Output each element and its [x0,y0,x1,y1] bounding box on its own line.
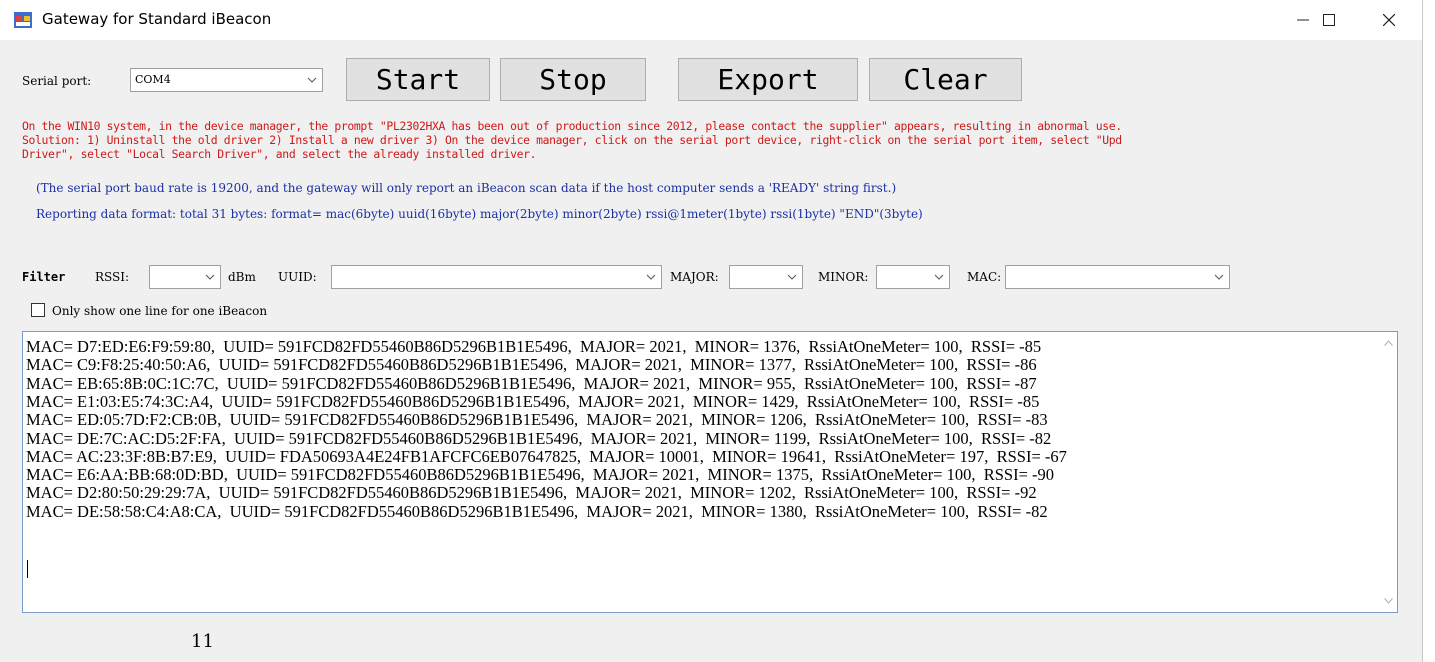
scroll-up-icon [1384,340,1393,346]
minor-label: MINOR: [818,270,869,284]
chevron-down-icon [646,274,656,280]
start-button[interactable]: Start [346,58,490,101]
warning-line-1: On the WIN10 system, in the device manag… [22,119,1122,133]
uuid-select[interactable] [331,265,662,289]
warning-line-3: Driver", select "Local Search Driver", a… [22,147,537,161]
text-caret [27,560,28,578]
info-line-baud: (The serial port baud rate is 19200, and… [36,181,897,195]
dbm-unit: dBm [228,270,256,284]
maximize-button[interactable] [1306,0,1352,40]
chevron-down-icon [205,274,215,280]
title-bar: Gateway for Standard iBeacon [0,0,1422,40]
chevron-down-icon [934,274,944,280]
serial-port-value: COM4 [135,73,171,86]
log-line: MAC= D7:ED:E6:F9:59:80, UUID= 591FCD82FD… [26,337,1042,356]
major-select[interactable] [729,265,803,289]
log-line: MAC= E1:03:E5:74:3C:A4, UUID= 591FCD82FD… [26,391,1040,411]
info-line-format: Reporting data format: total 31 bytes: f… [36,207,923,221]
chevron-down-icon [1214,274,1224,280]
only-one-line-checkbox[interactable] [31,303,45,317]
log-line: MAC= AC:23:3F:8B:B7:E9, UUID= FDA50693A4… [26,446,1067,466]
log-line: MAC= C9:F8:25:40:50:A6, UUID= 591FCD82FD… [26,355,1037,375]
log-line: MAC= DE:58:58:C4:A8:CA, UUID= 591FCD82FD… [26,501,1048,521]
log-line: MAC= E6:AA:BB:68:0D:BD, UUID= 591FCD82FD… [26,465,1055,485]
window-title: Gateway for Standard iBeacon [42,10,272,28]
uuid-label: UUID: [278,270,317,284]
minor-select[interactable] [876,265,950,289]
log-output[interactable]: MAC= D7:ED:E6:F9:59:80, UUID= 591FCD82FD… [22,331,1398,613]
mac-select[interactable] [1005,265,1230,289]
chevron-down-icon [787,274,797,280]
log-line: MAC= D2:80:50:29:29:7A, UUID= 591FCD82FD… [26,483,1037,503]
scroll-down-icon [1384,598,1393,604]
mac-label: MAC: [967,270,1002,284]
close-button[interactable] [1366,0,1412,40]
log-line: MAC= ED:05:7D:F2:CB:0B, UUID= 591FCD82FD… [26,410,1048,430]
close-icon [1383,14,1395,26]
only-one-line-label: Only show one line for one iBeacon [52,304,268,318]
log-line: MAC= DE:7C:AC:D5:2F:FA, UUID= 591FCD82FD… [26,428,1052,448]
filter-title: Filter [22,270,66,284]
stop-button[interactable]: Stop [500,58,646,101]
warning-line-2: Solution: 1) Uninstall the old driver 2)… [22,133,1122,147]
log-line: MAC= EB:65:8B:0C:1C:7C, UUID= 591FCD82FD… [26,373,1037,393]
clear-button[interactable]: Clear [869,58,1022,101]
app-icon [14,12,32,28]
beacon-count: 11 [191,631,214,652]
rssi-label: RSSI: [95,270,130,284]
maximize-icon [1323,14,1335,26]
window-edge [1422,0,1435,662]
chevron-down-icon [307,77,317,83]
serial-port-select[interactable]: COM4 [130,68,323,92]
major-label: MAJOR: [670,270,719,284]
serial-port-label: Serial port: [22,74,92,88]
export-button[interactable]: Export [678,58,858,101]
vertical-scrollbar[interactable] [1380,332,1397,612]
rssi-select[interactable] [149,265,221,289]
